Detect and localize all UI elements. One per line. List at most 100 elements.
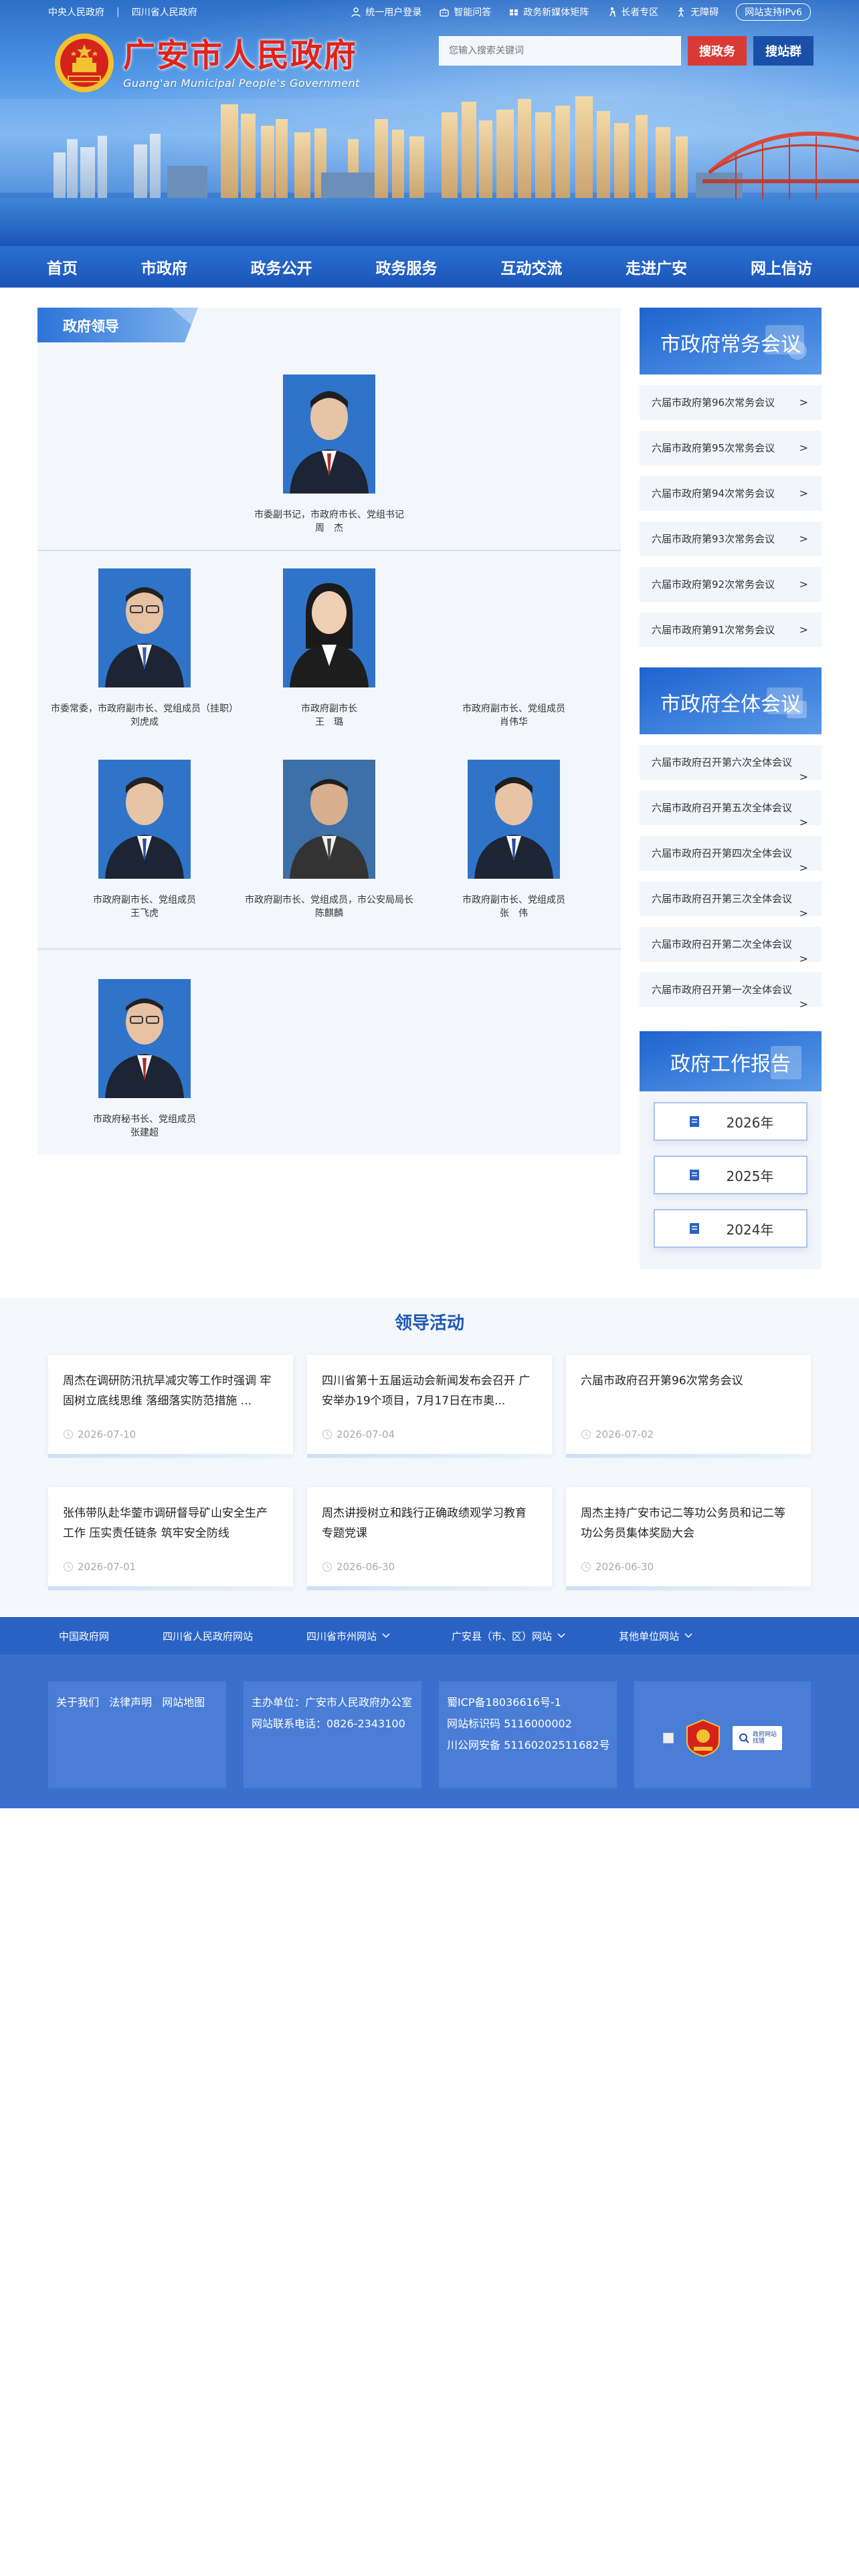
icp-number[interactable]: 蜀ICP备18036616号-1 [447, 1692, 609, 1713]
nav-about-guangan[interactable]: 走进广安 [617, 255, 695, 278]
list-item[interactable]: 六届市政府第93次常务会议 > [640, 522, 822, 556]
nav-gov-affairs[interactable]: 政务公开 [243, 255, 320, 278]
leader-title: 市政府秘书长、党组成员 [93, 1114, 196, 1125]
list-item[interactable]: 六届市政府召开第五次全体会议 > [640, 790, 822, 829]
list-item[interactable]: 六届市政府第92次常务会议 > [640, 567, 822, 602]
clock-icon [322, 1429, 332, 1440]
leader-card[interactable]: 市政府副市长 王 璐 [235, 568, 423, 729]
leader-photo [98, 760, 191, 879]
login-link[interactable]: 统一用户登录 [351, 5, 421, 19]
site-id: 网站标识码 5116000002 [447, 1717, 572, 1730]
leaders-panel: 政府领导 市委副书记，市政府市长、党组书记 周 杰 市委常委，市政府副市长、党组… [37, 308, 621, 1154]
footer: 关于我们 法律声明 网站地图 主办单位：广安市人民政府办公室 网站联系电话：08… [0, 1654, 859, 1808]
elder-zone-label: 长者专区 [621, 7, 659, 18]
leader-card[interactable]: 市政府副市长、党组成员 张 伟 [420, 760, 607, 920]
news-card[interactable]: 四川省第十五届运动会新闻发布会召开 广安举办19个项目，7月17日在市奥... … [307, 1355, 552, 1458]
list-item[interactable]: 六届市政府第94次常务会议 > [640, 476, 822, 511]
ipv6-badge: 网站支持IPv6 [736, 3, 811, 21]
leader-photo [98, 568, 191, 687]
smart-qa-label: 智能问答 [454, 7, 492, 18]
list-item[interactable]: 六届市政府第95次常务会议 > [640, 431, 822, 465]
legal-link[interactable]: 法律声明 [109, 1696, 152, 1709]
police-record[interactable]: 川公网安备 51160202511682号 [447, 1735, 610, 1756]
link-sichuan-gov-site[interactable]: 四川省人民政府网站 [163, 1629, 253, 1643]
news-card[interactable]: 六届市政府召开第96次常务会议 2026-07-02 [566, 1355, 811, 1458]
smart-qa-link[interactable]: 智能问答 [439, 5, 491, 19]
sitemap-link[interactable]: 网站地图 [162, 1696, 205, 1709]
error-report-badge[interactable]: 政府网站 找错 [733, 1726, 782, 1750]
news-title: 张伟带队赴华蓥市调研督导矿山安全生产工作 压实责任链条 筑牢安全防线 [63, 1507, 268, 1540]
news-title: 周杰讲授树立和践行正确政绩观学习教育专题党课 [322, 1507, 527, 1540]
standing-meeting-header[interactable]: 市政府常务会议 [640, 308, 822, 374]
chevron-down-icon [382, 1633, 390, 1638]
news-card[interactable]: 周杰讲授树立和践行正确政绩观学习教育专题党课 2026-06-30 [307, 1487, 552, 1590]
leaders-panel-title: 政府领导 [63, 318, 119, 334]
leader-name: 王 璐 [315, 717, 343, 728]
leader-photo [98, 979, 191, 1098]
about-us-link[interactable]: 关于我们 [56, 1696, 99, 1709]
link-china-gov[interactable]: 中国政府网 [59, 1629, 109, 1643]
search-group-button[interactable]: 搜站群 [753, 36, 814, 66]
leader-name: 张建超 [130, 1128, 159, 1138]
search-input[interactable] [439, 36, 681, 66]
leader-card[interactable]: 市政府副市长、党组成员 王飞虎 [51, 760, 238, 920]
leader-name: 王飞虎 [130, 908, 159, 919]
list-item[interactable]: 六届市政府召开第二次全体会议 > [640, 927, 822, 965]
news-card[interactable]: 周杰主持广安市记二等功公务员和记二等功公务员集体奖励大会 2026-06-30 [566, 1487, 811, 1590]
list-item[interactable]: 六届市政府召开第一次全体会议 > [640, 972, 822, 1010]
site-logo[interactable]: 广安市人民政府 Guang'an Municipal People's Gove… [54, 32, 360, 94]
link-central-gov[interactable]: 中央人民政府 [48, 5, 104, 19]
work-report-header[interactable]: 政府工作报告 [640, 1031, 822, 1091]
year-button-2025[interactable]: 2025年 [654, 1156, 807, 1194]
grid-icon [510, 9, 518, 15]
leader-name: 陈麒麟 [315, 908, 343, 919]
main-nav: 首页 市政府 政务公开 政务服务 互动交流 走进广安 网上信访 [0, 246, 859, 288]
year-button-2024[interactable]: 2024年 [654, 1209, 807, 1248]
nav-gov-services[interactable]: 政务服务 [367, 255, 445, 278]
news-card[interactable]: 周杰在调研防汛抗旱减灾等工作时强调 牢固树立底线思维 落细落实防范措施 ... … [48, 1355, 293, 1458]
leader-card[interactable]: 市政府副市长、党组成员 肖伟华 [420, 568, 607, 729]
dropdown-guangan-counties[interactable]: 广安县（市、区）网站 [452, 1629, 565, 1643]
nav-petition[interactable]: 网上信访 [743, 255, 820, 278]
dropdown-sichuan-cities[interactable]: 四川省市州网站 [306, 1629, 390, 1643]
header-banner: 中央人民政府 | 四川省人民政府 统一用户登录 智能问答 政务新媒体矩阵 长者专… [0, 0, 859, 246]
nav-home[interactable]: 首页 [39, 255, 86, 278]
list-item[interactable]: 六届市政府召开第四次全体会议 > [640, 836, 822, 874]
leader-card[interactable]: 市委副书记，市政府市长、党组书记 周 杰 [235, 374, 423, 535]
news-card[interactable]: 张伟带队赴华蓥市调研督导矿山安全生产工作 压实责任链条 筑牢安全防线 2026-… [48, 1487, 293, 1590]
sidebar: 市政府常务会议 六届市政府第96次常务会议 > 六届市政府第95次常务会议 > 六届… [640, 308, 822, 1269]
accessibility-link[interactable]: 无障碍 [676, 5, 719, 19]
leader-card[interactable]: 市政府秘书长、党组成员 张建超 [51, 979, 238, 1140]
leader-title: 市政府副市长、党组成员 [462, 704, 565, 714]
news-date: 2026-07-10 [78, 1428, 136, 1440]
link-sichuan-gov[interactable]: 四川省人民政府 [132, 5, 197, 19]
search-gov-button[interactable]: 搜政务 [688, 36, 747, 66]
leader-title: 市政府副市长、党组成员，市公安局局长 [245, 895, 413, 905]
robot-icon [440, 8, 449, 17]
leaders-panel-tab: 政府领导 [37, 308, 198, 342]
document-icon [689, 1170, 699, 1180]
city-skyline-image [0, 96, 859, 246]
accessibility-label: 无障碍 [690, 7, 719, 18]
plenary-meeting-header[interactable]: 市政府全体会议 [640, 667, 822, 734]
clock-icon [63, 1429, 74, 1440]
list-item[interactable]: 六届市政府召开第三次全体会议 > [640, 881, 822, 920]
plenary-meeting-list: 六届市政府召开第六次全体会议 > 六届市政府召开第五次全体会议 > 六届市政府召开第… [640, 745, 822, 1010]
leader-card[interactable]: 市委常委，市政府副市长、党组成员（挂职） 刘虎成 [51, 568, 238, 729]
list-item[interactable]: 六届市政府第96次常务会议 > [640, 385, 822, 420]
nav-city-gov[interactable]: 市政府 [133, 255, 195, 278]
elder-zone-link[interactable]: 长者专区 [606, 5, 658, 19]
year-button-2026[interactable]: 2026年 [654, 1102, 807, 1141]
list-item[interactable]: 六届市政府召开第六次全体会议 > [640, 745, 822, 783]
nav-interaction[interactable]: 互动交流 [492, 255, 570, 278]
footer-links-bar: 中国政府网 四川省人民政府网站 四川省市州网站 广安县（市、区）网站 其他单位网… [0, 1617, 859, 1654]
leader-card[interactable]: 市政府副市长、党组成员，市公安局局长 陈麒麟 [235, 760, 423, 920]
media-matrix-link[interactable]: 政务新媒体矩阵 [508, 5, 589, 19]
accessibility-icon [678, 7, 684, 17]
party-gov-badge-icon[interactable] [686, 1719, 721, 1757]
list-item[interactable]: 六届市政府第91次常务会议 > [640, 613, 822, 647]
document-icon [689, 1116, 699, 1127]
news-title: 四川省第十五届运动会新闻发布会召开 广安举办19个项目，7月17日在市奥... [322, 1374, 531, 1408]
top-bar: 中央人民政府 | 四川省人民政府 统一用户登录 智能问答 政务新媒体矩阵 长者专… [0, 0, 859, 24]
dropdown-other-units[interactable]: 其他单位网站 [619, 1629, 692, 1643]
